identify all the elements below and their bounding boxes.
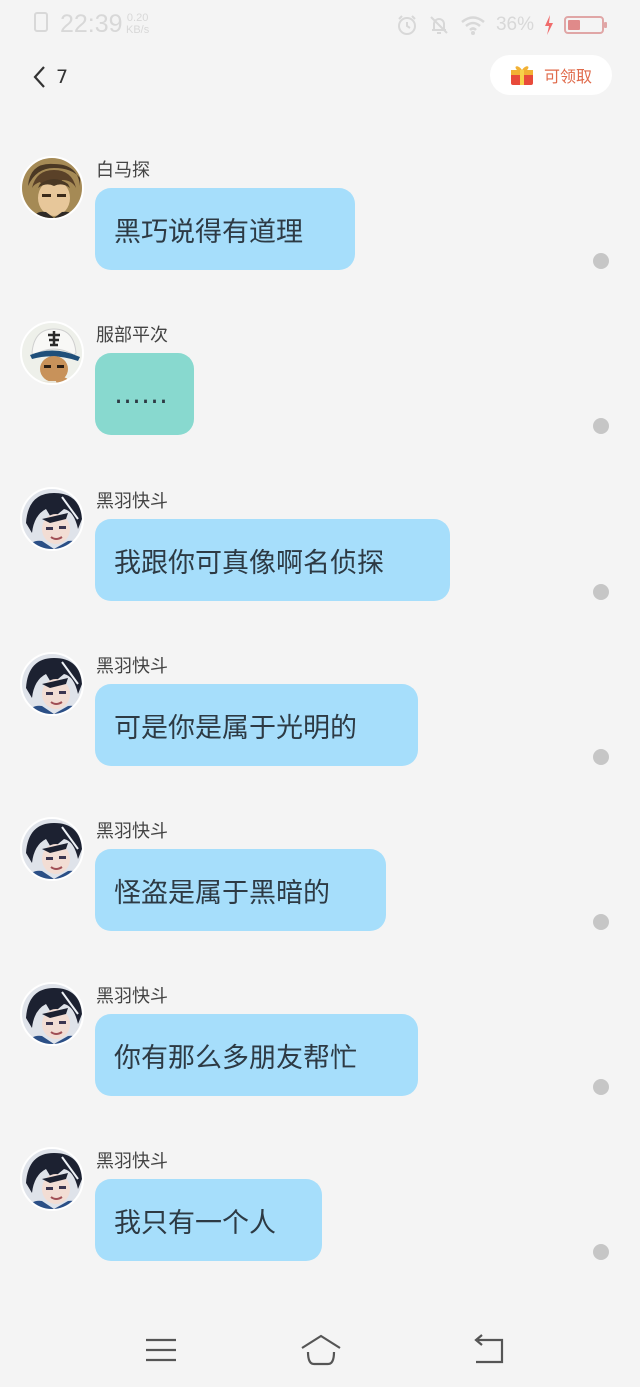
- sender-name: 黑羽快斗: [96, 491, 168, 512]
- back-nav-icon: [474, 1334, 504, 1364]
- message-bubble[interactable]: 黑巧说得有道理: [95, 188, 355, 270]
- message-text: 我只有一个人: [114, 1207, 276, 1239]
- claim-label: 可领取: [543, 67, 592, 86]
- status-bar: 22:39 0.20 KB/s 36%: [0, 0, 640, 52]
- message-text: ……: [114, 378, 168, 410]
- charging-icon: [545, 15, 553, 35]
- sender-name: 黑羽快斗: [96, 986, 168, 1007]
- alarm-icon: [397, 15, 416, 35]
- message-bubble[interactable]: 你有那么多朋友帮忙: [95, 1014, 418, 1096]
- back-count: 7: [56, 66, 69, 88]
- network-speed-unit: KB/s: [126, 24, 150, 36]
- chat-header: 7 可领取: [0, 52, 640, 102]
- avatar-kaito[interactable]: [20, 1147, 84, 1211]
- message-bubble[interactable]: 我跟你可真像啊名侦探: [95, 519, 450, 601]
- menu-icon: [146, 1338, 176, 1362]
- avatar-hattori[interactable]: [20, 321, 84, 385]
- back-button[interactable]: 7: [32, 60, 68, 94]
- home-button[interactable]: [300, 1330, 341, 1370]
- avatar-hakuba[interactable]: [20, 156, 84, 220]
- message-bubble[interactable]: 可是你是属于光明的: [95, 684, 418, 766]
- sender-name: 黑羽快斗: [96, 1151, 168, 1172]
- gift-icon: [510, 66, 533, 85]
- status-icons: 36%: [396, 12, 607, 38]
- avatar-kaito[interactable]: [20, 817, 84, 881]
- message-text: 怪盗是属于黑暗的: [114, 877, 330, 909]
- network-speed: 0.20 KB/s: [126, 12, 149, 36]
- message-status-dot: [593, 1079, 609, 1095]
- avatar-kaito[interactable]: [20, 487, 84, 551]
- system-nav-bar: [0, 1318, 640, 1382]
- message-bubble[interactable]: ……: [95, 353, 194, 435]
- sim-icon: [34, 12, 48, 32]
- battery-percent: 36%: [495, 14, 534, 35]
- message-text: 我跟你可真像啊名侦探: [114, 547, 384, 579]
- message-text: 你有那么多朋友帮忙: [114, 1042, 357, 1074]
- message-status-dot: [593, 749, 609, 765]
- network-speed-value: 0.20: [126, 12, 149, 24]
- avatar-kaito[interactable]: [20, 982, 84, 1046]
- message-status-dot: [593, 418, 609, 434]
- status-time: 22:39: [60, 10, 123, 38]
- menu-button[interactable]: [141, 1330, 181, 1370]
- sender-name: 白马探: [96, 160, 150, 181]
- message-text: 黑巧说得有道理: [114, 216, 303, 248]
- claim-reward-button[interactable]: 可领取: [490, 55, 612, 95]
- message-text: 可是你是属于光明的: [114, 712, 357, 744]
- home-icon: [301, 1334, 341, 1366]
- battery-icon: [564, 16, 607, 34]
- message-bubble[interactable]: 怪盗是属于黑暗的: [95, 849, 386, 931]
- message-status-dot: [593, 584, 609, 600]
- sender-name: 服部平次: [96, 325, 168, 346]
- wifi-icon: [461, 16, 485, 35]
- message-status-dot: [593, 253, 609, 269]
- message-status-dot: [593, 1244, 609, 1260]
- avatar-kaito[interactable]: [20, 652, 84, 716]
- mute-icon: [430, 16, 448, 34]
- chevron-left-icon: [33, 66, 45, 88]
- back-nav-button[interactable]: [470, 1330, 510, 1370]
- message-bubble[interactable]: 我只有一个人: [95, 1179, 322, 1261]
- message-status-dot: [593, 914, 609, 930]
- battery-level-fill: [568, 20, 580, 30]
- sender-name: 黑羽快斗: [96, 821, 168, 842]
- sender-name: 黑羽快斗: [96, 656, 168, 677]
